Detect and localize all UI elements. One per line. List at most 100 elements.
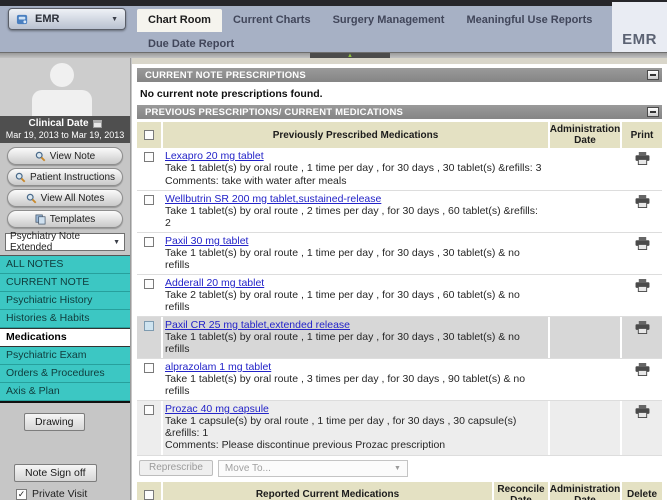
col-reconcile-date: Reconcile Date [494, 482, 548, 500]
medication-sig: Take 1 tablet(s) by oral route , 2 times… [165, 206, 546, 229]
print-icon[interactable] [635, 195, 650, 208]
emr-logo-panel: EMR [612, 2, 667, 52]
sidebar-item-orders-procedures[interactable]: Orders & Procedures [0, 365, 130, 383]
note-sign-off-button[interactable]: Note Sign off [14, 464, 97, 482]
row-checkbox[interactable] [144, 195, 154, 205]
col-previously-prescribed: Previously Prescribed Medications [163, 122, 548, 148]
row-checkbox[interactable] [144, 405, 154, 415]
medication-comments: Comments: take with water after meals [165, 176, 546, 188]
note-type-dropdown[interactable]: Psychiatry Note Extended ▼ [5, 233, 125, 251]
patient-avatar [0, 58, 130, 116]
table-row-paxil30: Paxil 30 mg tablet Take 1 tablet(s) by o… [137, 233, 662, 275]
minimize-button[interactable] [647, 70, 659, 80]
sidebar-item-all-notes[interactable]: ALL NOTES [0, 256, 130, 274]
print-icon[interactable] [635, 279, 650, 292]
previous-meds-actions: Represcribe Move To... ▼ [139, 460, 662, 477]
previous-prescriptions-title: PREVIOUS PRESCRIPTIONS/ CURRENT MEDICATI… [145, 107, 403, 118]
minimize-button[interactable] [647, 107, 659, 117]
medication-link[interactable]: Prozac 40 mg capsule [165, 403, 269, 415]
calendar-icon[interactable] [93, 120, 102, 128]
administration-date-cell [550, 317, 620, 358]
main-tabs: Chart Room Current Charts Surgery Manage… [137, 9, 667, 32]
drawing-button[interactable]: Drawing [24, 413, 85, 431]
previous-medications-table-header: Previously Prescribed Medications Admini… [137, 122, 662, 148]
private-visit-label: Private Visit [32, 488, 87, 500]
magnifier-icon [15, 172, 26, 183]
emr-application-window: EMR ▼ Chart Room Current Charts Surgery … [0, 0, 667, 500]
row-checkbox[interactable] [144, 237, 154, 247]
col-administration-date: Administration Date [550, 122, 620, 148]
tab-meaningful-use-reports[interactable]: Meaningful Use Reports [455, 9, 603, 32]
patient-instructions-label: Patient Instructions [30, 172, 115, 183]
sidebar-item-medications[interactable]: Medications [0, 328, 130, 347]
clinical-date-panel: Clinical Date Mar 19, 2013 to Mar 19, 20… [0, 116, 130, 143]
administration-date-cell [550, 401, 620, 455]
magnifier-icon [26, 193, 37, 204]
print-icon[interactable] [635, 363, 650, 376]
templates-button[interactable]: Templates [7, 210, 123, 228]
row-checkbox[interactable] [144, 321, 154, 331]
col-reported-current-medications: Reported Current Medications [163, 482, 492, 500]
note-type-value: Psychiatry Note Extended [10, 231, 113, 253]
medication-sig: Take 1 tablet(s) by oral route , 1 time … [165, 332, 546, 355]
tab-surgery-management[interactable]: Surgery Management [322, 9, 456, 32]
medication-link[interactable]: alprazolam 1 mg tablet [165, 361, 271, 373]
sidebar-item-psychiatric-exam[interactable]: Psychiatric Exam [0, 347, 130, 365]
table-row-lexapro: Lexapro 20 mg tablet Take 1 tablet(s) by… [137, 148, 662, 191]
medication-link[interactable]: Paxil CR 25 mg tablet,extended release [165, 319, 350, 331]
tab-current-charts[interactable]: Current Charts [222, 9, 322, 32]
chevron-down-icon: ▼ [111, 16, 118, 23]
view-note-button[interactable]: View Note [7, 147, 123, 165]
row-checkbox[interactable] [144, 279, 154, 289]
represcribe-button[interactable]: Represcribe [139, 460, 213, 476]
medication-sig: Take 1 tablet(s) by oral route , 1 time … [165, 163, 546, 175]
row-checkbox[interactable] [144, 363, 154, 373]
previous-medications-table: Previously Prescribed Medications Admini… [137, 122, 662, 456]
patient-instructions-button[interactable]: Patient Instructions [7, 168, 123, 186]
print-icon[interactable] [635, 321, 650, 334]
note-section-nav: ALL NOTES CURRENT NOTE Psychiatric Histo… [0, 255, 130, 401]
administration-date-cell [550, 233, 620, 274]
templates-icon [35, 214, 46, 225]
medication-link[interactable]: Paxil 30 mg tablet [165, 235, 248, 247]
tab-chart-room[interactable]: Chart Room [137, 9, 222, 32]
view-all-notes-label: View All Notes [41, 193, 105, 204]
medication-link[interactable]: Lexapro 20 mg tablet [165, 150, 264, 162]
private-visit-checkbox[interactable]: ✓ [16, 489, 27, 500]
administration-date-cell [550, 148, 620, 190]
avatar-head-shape [50, 63, 74, 87]
col-delete: Delete [622, 482, 662, 500]
print-icon[interactable] [635, 405, 650, 418]
table-row-alprazolam: alprazolam 1 mg tablet Take 1 tablet(s) … [137, 359, 662, 401]
medication-comments: Comments: Please discontinue previous Pr… [165, 440, 546, 452]
view-all-notes-button[interactable]: View All Notes [7, 189, 123, 207]
print-icon[interactable] [635, 152, 650, 165]
medication-sig: Take 1 capsule(s) by oral route , 1 time… [165, 416, 546, 439]
select-all-checkbox[interactable] [144, 490, 154, 500]
sidebar: Clinical Date Mar 19, 2013 to Mar 19, 20… [0, 58, 131, 500]
chevron-down-icon: ▼ [394, 465, 401, 472]
sidebar-item-axis-plan[interactable]: Axis & Plan [0, 383, 130, 401]
sidebar-item-current-note[interactable]: CURRENT NOTE [0, 274, 130, 292]
view-note-label: View Note [50, 151, 95, 162]
clinical-date-range: Mar 19, 2013 to Mar 19, 2013 [0, 130, 130, 140]
select-all-checkbox[interactable] [144, 130, 154, 140]
row-checkbox[interactable] [144, 152, 154, 162]
no-prescriptions-message: No current note prescriptions found. [132, 82, 667, 105]
main-top-strip [132, 58, 667, 64]
move-to-dropdown[interactable]: Move To... ▼ [218, 460, 408, 477]
administration-date-cell [550, 191, 620, 232]
administration-date-cell [550, 359, 620, 400]
sidebar-item-histories-habits[interactable]: Histories & Habits [0, 310, 130, 328]
sidebar-item-psychiatric-history[interactable]: Psychiatric History [0, 292, 130, 310]
medication-link[interactable]: Adderall 20 mg tablet [165, 277, 264, 289]
main-content: CURRENT NOTE PRESCRIPTIONS No current no… [132, 58, 667, 500]
emr-app-menu-dropdown[interactable]: EMR ▼ [8, 8, 126, 30]
print-icon[interactable] [635, 237, 650, 250]
previous-prescriptions-header: PREVIOUS PRESCRIPTIONS/ CURRENT MEDICATI… [137, 105, 662, 119]
table-row-wellbutrin: Wellbutrin SR 200 mg tablet,sustained-re… [137, 191, 662, 233]
templates-label: Templates [50, 214, 96, 225]
clinical-date-label: Clinical Date [28, 118, 88, 129]
col-print: Print [622, 122, 662, 148]
medication-link[interactable]: Wellbutrin SR 200 mg tablet,sustained-re… [165, 193, 381, 205]
